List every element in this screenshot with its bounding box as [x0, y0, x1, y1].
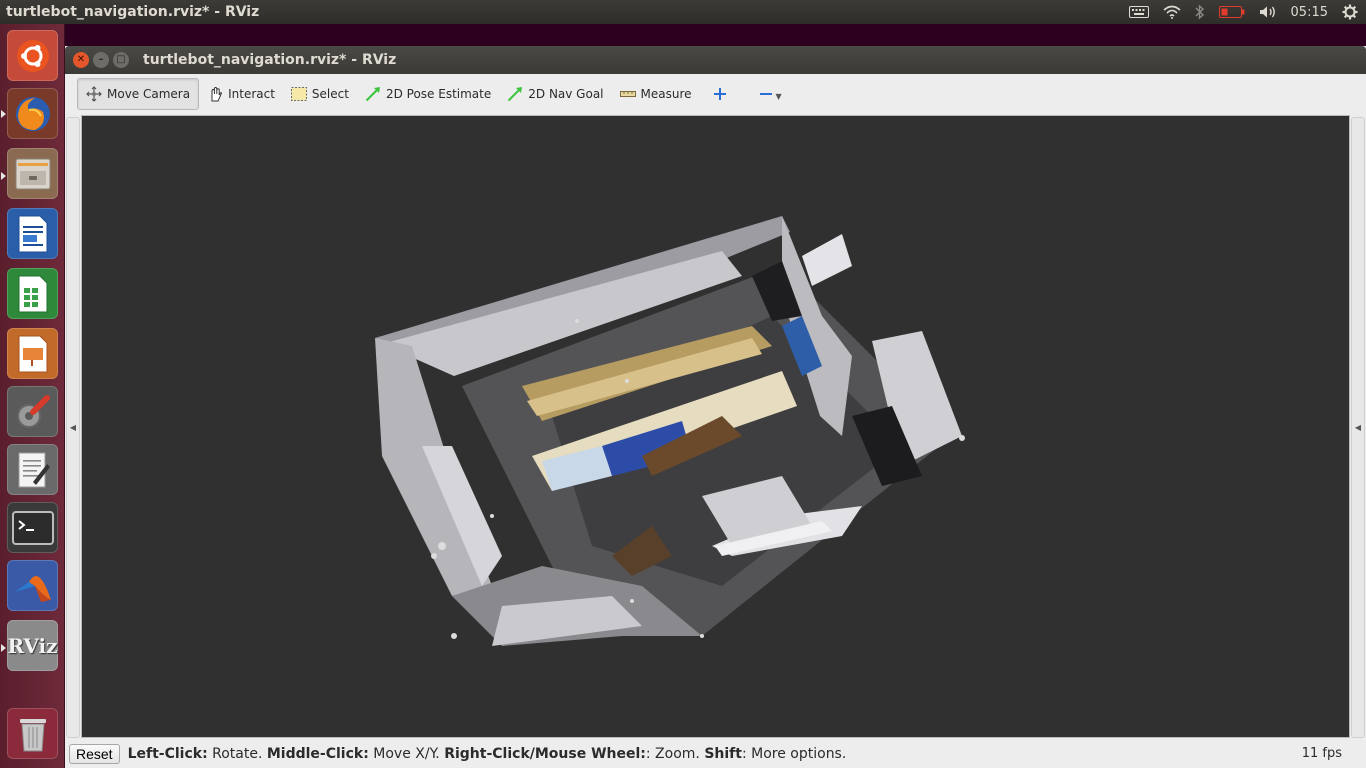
plus-icon: [712, 86, 728, 102]
wifi-icon[interactable]: [1163, 5, 1181, 19]
3d-render-viewport[interactable]: [81, 115, 1350, 738]
rviz-window: ✕ – □ turtlebot_navigation.rviz* - RViz …: [65, 46, 1366, 768]
fps-counter: 11 fps: [1301, 746, 1342, 761]
launcher: RViz: [0, 24, 65, 768]
minimize-window-button[interactable]: –: [93, 52, 109, 68]
close-window-button[interactable]: ✕: [73, 52, 89, 68]
writer-launcher[interactable]: [7, 208, 58, 259]
status-bar: Reset Left-Click: Rotate. Middle-Click: …: [65, 740, 1366, 768]
hint-action: : More options.: [741, 746, 847, 762]
hint-key: Right-Click/Mouse Wheel:: [444, 746, 646, 762]
settings-launcher[interactable]: [7, 386, 58, 437]
trash-icon: [19, 718, 46, 751]
select-tool[interactable]: Select: [283, 78, 357, 110]
chevron-left-icon: ◀: [69, 423, 77, 432]
hint-key: Shift: [704, 746, 742, 762]
wall-highlight: [802, 234, 852, 286]
interact-tool[interactable]: Interact: [199, 78, 283, 110]
firefox-icon: [15, 96, 50, 131]
maximize-window-button[interactable]: □: [113, 52, 129, 68]
2d-nav-goal-label: 2D Nav Goal: [528, 87, 604, 101]
hint-key: Middle-Click:: [266, 746, 369, 762]
terminal-launcher[interactable]: [7, 502, 58, 553]
add-tool-button[interactable]: [704, 78, 736, 110]
select-rect-icon: [290, 86, 307, 102]
top-panel: turtlebot_navigation.rviz* - RViz 05:15: [0, 0, 1366, 24]
document-writer-icon: [18, 215, 47, 252]
move-camera-label: Move Camera: [107, 87, 191, 101]
active-app-title: turtlebot_navigation.rviz* - RViz: [6, 4, 260, 20]
bluetooth-icon[interactable]: [1195, 4, 1205, 20]
window-title: turtlebot_navigation.rviz* - RViz: [143, 52, 397, 68]
tool-toolbar: Move Camera Interact Select 2D Pose Esti…: [65, 74, 1366, 114]
measure-label: Measure: [640, 87, 692, 101]
close-icon: ✕: [76, 54, 86, 65]
point-cloud-map: [375, 216, 965, 646]
clock[interactable]: 05:15: [1291, 5, 1328, 20]
ubuntu-dash-button[interactable]: [7, 30, 58, 81]
matlab-launcher[interactable]: [7, 560, 58, 611]
select-label: Select: [311, 87, 349, 101]
remove-tool-button[interactable]: ▼: [750, 78, 790, 110]
indicator-area: 05:15: [1128, 0, 1358, 24]
rviz-launcher[interactable]: RViz: [7, 620, 58, 671]
green-arrow-icon: [365, 86, 381, 102]
presentation-icon: [18, 335, 47, 372]
2d-pose-estimate-tool[interactable]: 2D Pose Estimate: [357, 78, 499, 110]
wrench-gear-icon: [16, 394, 50, 428]
left-dock-collapse-handle[interactable]: ◀: [66, 117, 80, 738]
text-editor-icon: [18, 452, 50, 487]
trash-launcher[interactable]: [7, 708, 58, 759]
minimize-icon: –: [98, 54, 104, 65]
ruler-icon: [619, 86, 636, 102]
volume-icon[interactable]: [1259, 5, 1277, 19]
move-camera-tool[interactable]: Move Camera: [77, 78, 200, 110]
ubuntu-logo-icon: [16, 39, 49, 72]
text-editor-launcher[interactable]: [7, 444, 58, 495]
maximize-icon: □: [116, 54, 126, 65]
measure-tool[interactable]: Measure: [612, 78, 700, 110]
files-launcher[interactable]: [7, 148, 58, 199]
chevron-down-icon: ▼: [775, 91, 782, 101]
hand-icon: [207, 86, 223, 102]
hint-action: Move X/Y.: [368, 746, 445, 762]
hint-action: Rotate.: [207, 746, 267, 762]
green-arrow-icon: [507, 86, 523, 102]
mouse-hint-text: Left-Click: Rotate. Middle-Click: Move X…: [128, 746, 847, 762]
rviz-logo-text: RViz: [7, 633, 58, 658]
right-dock-collapse-handle[interactable]: ◀: [1351, 117, 1365, 738]
hint-key: Left-Click:: [127, 746, 208, 762]
battery-icon[interactable]: [1218, 5, 1245, 19]
hint-action: : Zoom.: [645, 746, 705, 762]
file-cabinet-icon: [15, 158, 50, 189]
spreadsheet-icon: [18, 275, 47, 312]
2d-pose-estimate-label: 2D Pose Estimate: [385, 87, 492, 101]
calc-launcher[interactable]: [7, 268, 58, 319]
impress-launcher[interactable]: [7, 328, 58, 379]
keyboard-icon[interactable]: [1128, 6, 1149, 18]
move-camera-icon: [86, 86, 102, 102]
terminal-icon: [11, 510, 54, 545]
matlab-icon: [14, 575, 51, 602]
interact-label: Interact: [228, 87, 275, 101]
chevron-left-icon: ◀: [1354, 423, 1362, 432]
settings-gear-icon[interactable]: [1342, 4, 1358, 20]
2d-nav-goal-tool[interactable]: 2D Nav Goal: [499, 78, 611, 110]
firefox-launcher[interactable]: [7, 88, 58, 139]
reset-button[interactable]: Reset: [69, 744, 120, 764]
window-titlebar[interactable]: ✕ – □ turtlebot_navigation.rviz* - RViz: [65, 46, 1366, 74]
minus-icon: [758, 86, 774, 102]
